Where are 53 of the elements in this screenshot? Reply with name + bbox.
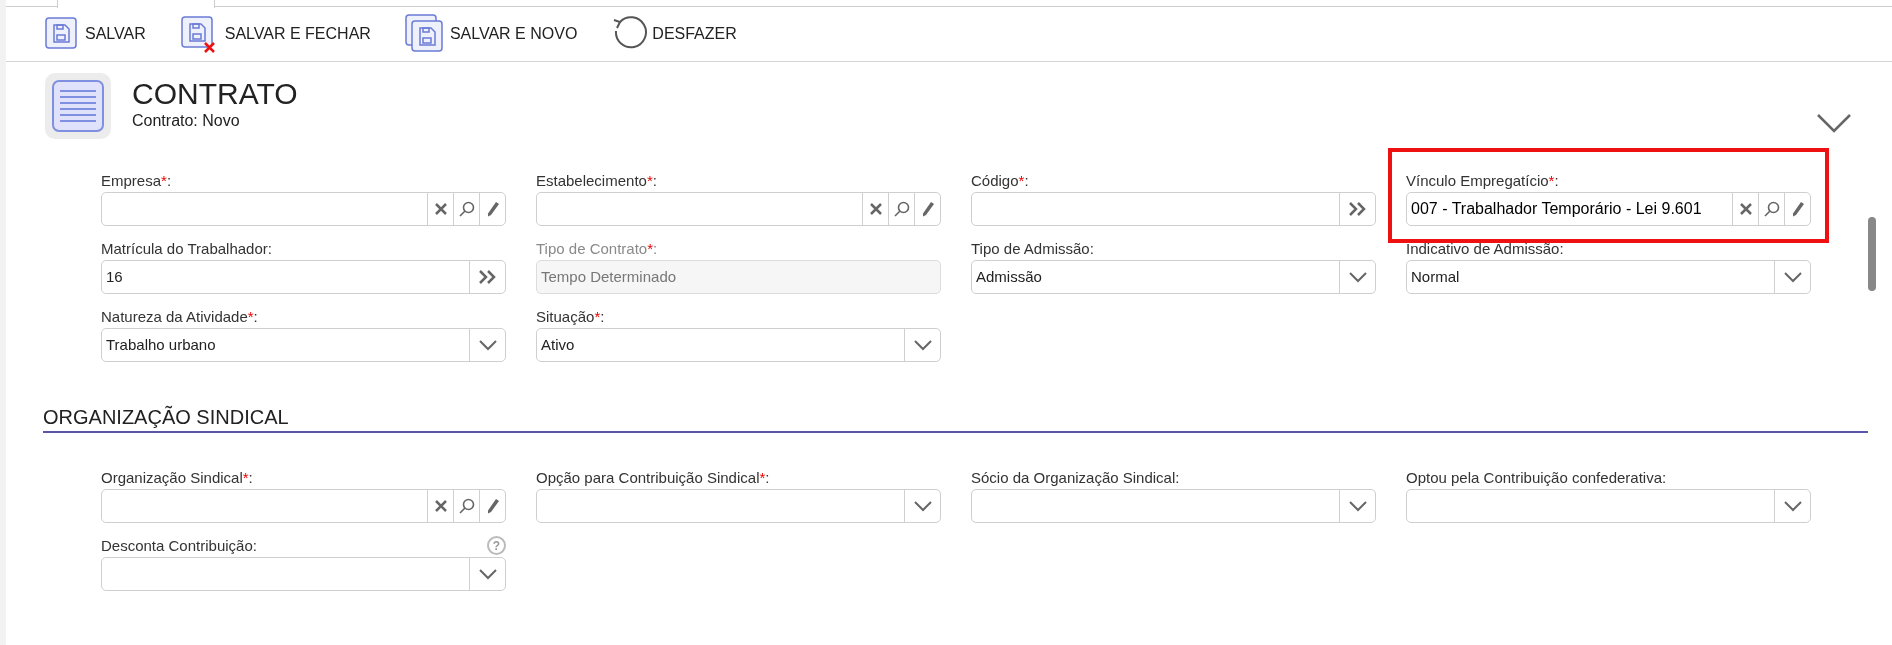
section-header: ORGANIZAÇÃO SINDICAL [43,404,1868,433]
chevron-icon [1816,113,1852,135]
field-label: Situação*: [536,306,605,327]
lookup-field[interactable] [101,192,506,226]
search-icon [893,201,910,217]
field-label: Indicativo de Admissão: [1406,238,1564,259]
lookup-field[interactable] [101,489,506,523]
field-label: Tipo de Contrato*: [536,238,658,259]
pencil-icon [485,200,500,218]
field-label: Optou pela Contribuição confederativa: [1406,467,1667,488]
field-label: Opção para Contribuição Sindical*: [536,467,770,488]
search-icon [1763,201,1780,217]
field-label: Desconta Contribuição: [101,535,257,556]
search-icon [458,201,475,217]
chevron-down-icon [478,339,497,351]
field-label: Matrícula do Trabalhador: [101,238,272,259]
chevron-down-icon [1783,500,1802,512]
chevron-down-icon [1348,271,1367,283]
page-title: CONTRATO [132,76,298,112]
field-label: Sócio da Organização Sindical: [971,467,1180,488]
toolbar-button[interactable]: DESFAZER [611,16,737,52]
field-label: Empresa*: [101,170,172,191]
text-input[interactable]: 007 - Trabalhador Temporário - Lei 9.601 [1407,193,1732,225]
document-icon [44,72,112,140]
search-icon [458,498,475,514]
chevron-down-icon [1348,500,1367,512]
page-subtitle: Contrato: Novo [132,112,241,130]
lookup-field[interactable] [536,192,941,226]
stacked-floppy-disk-icon [404,14,445,54]
field-label: Organização Sindical*: [101,467,253,488]
field-label: Tipo de Admissão: [971,238,1094,259]
field-label: Estabelecimento*: [536,170,657,191]
toolbar-button[interactable]: SALVAR [44,16,146,52]
close-icon [434,203,447,215]
chevron-down-icon [1783,271,1802,283]
field-label: Natureza da Atividade*: [101,306,258,327]
scrollbar-thumb[interactable] [1868,217,1876,291]
pencil-icon [485,497,500,515]
toolbar-button[interactable]: SALVAR E FECHAR [179,15,371,53]
double-chevron-icon [477,269,498,285]
close-icon [869,203,882,215]
pencil-icon [1790,200,1805,218]
chevron-down-icon [478,568,497,580]
close-icon [434,500,447,512]
chevron-down-icon [913,339,932,351]
field-label: Código*: [971,170,1029,191]
chevron-down-icon [913,500,932,512]
close-icon [1739,203,1752,215]
lookup-field[interactable]: 007 - Trabalhador Temporário - Lei 9.601 [1406,192,1811,226]
double-chevron-icon [1347,201,1368,217]
field-label: Vínculo Empregatício*: [1406,170,1559,191]
pencil-icon [920,200,935,218]
toolbar-button[interactable]: SALVAR E NOVO [404,14,578,54]
